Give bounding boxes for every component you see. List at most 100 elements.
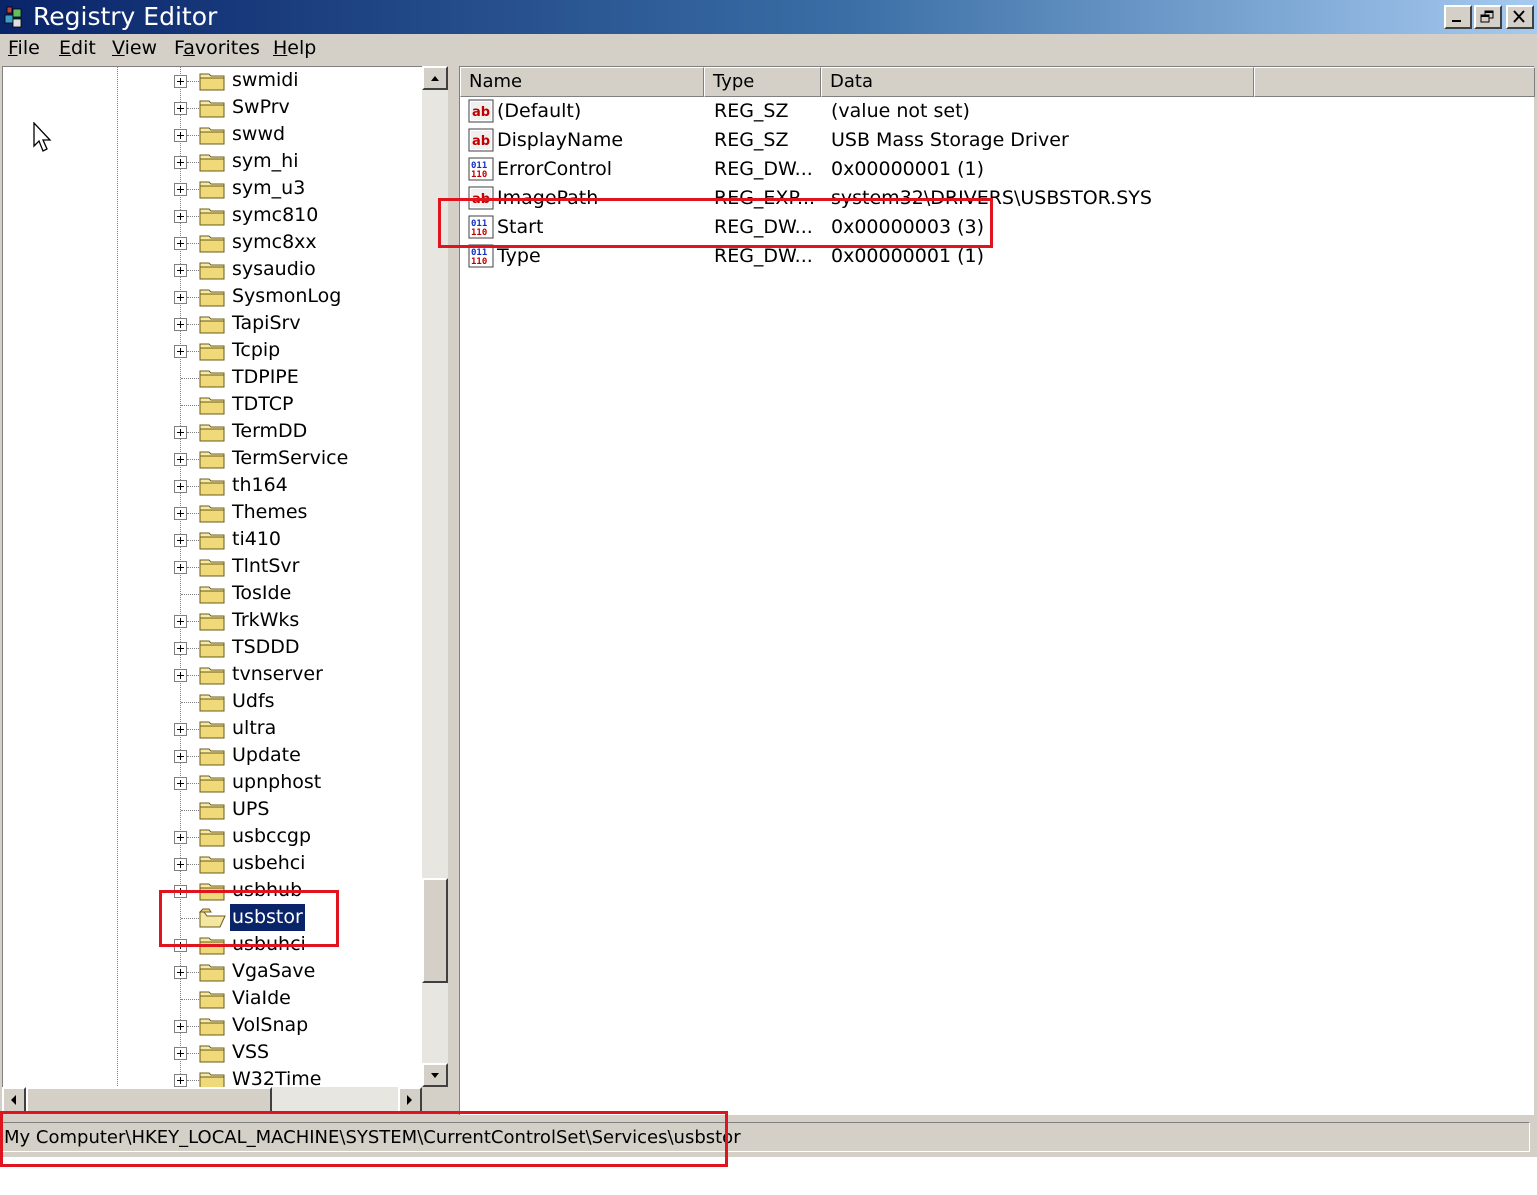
expand-plus-icon[interactable] [174, 318, 187, 331]
tree-item-usbhub[interactable]: usbhub [3, 877, 422, 904]
expand-plus-icon[interactable] [174, 750, 187, 763]
menu-favorites[interactable]: Favorites [174, 36, 260, 60]
expand-plus-icon[interactable] [174, 345, 187, 358]
tree-item-sym_u3[interactable]: sym_u3 [3, 175, 422, 202]
tree-item-vss[interactable]: VSS [3, 1039, 422, 1066]
expand-plus-icon[interactable] [174, 615, 187, 628]
expand-plus-icon[interactable] [174, 723, 187, 736]
expand-plus-icon[interactable] [174, 453, 187, 466]
tree-connector [187, 1053, 199, 1054]
tree-item-trkwks[interactable]: TrkWks [3, 607, 422, 634]
expand-plus-icon[interactable] [174, 885, 187, 898]
menu-help[interactable]: Help [273, 36, 316, 60]
column-header-name[interactable]: Name [460, 67, 704, 97]
expand-plus-icon[interactable] [174, 777, 187, 790]
value-row-type[interactable]: 011 110 Type REG_DW... 0x00000001 (1) [460, 242, 1535, 271]
values-list[interactable]: Name Type Data ab (Default) REG_SZ (value n… [459, 66, 1535, 1115]
tree-item-tlntsvr[interactable]: TlntSvr [3, 553, 422, 580]
column-header-type[interactable]: Type [704, 67, 821, 97]
tree-item-ultra[interactable]: ultra [3, 715, 422, 742]
tree-item-termservice[interactable]: TermService [3, 445, 422, 472]
tree-item-sysmonlog[interactable]: SysmonLog [3, 283, 422, 310]
tree-item-tsddd[interactable]: TSDDD [3, 634, 422, 661]
value-row-start[interactable]: 011 110 Start REG_DW... 0x00000003 (3) [460, 213, 1535, 242]
minimize-button[interactable] [1444, 5, 1472, 29]
expand-plus-icon[interactable] [174, 939, 187, 952]
expand-plus-icon[interactable] [174, 75, 187, 88]
expand-plus-icon[interactable] [174, 237, 187, 250]
tree-item-toside[interactable]: TosIde [3, 580, 422, 607]
key-tree[interactable]: swmidi SwPrv swwd sym_hi sym_u3 symc810 symc8x… [2, 66, 422, 1087]
menu-file[interactable]: File [8, 36, 40, 60]
tree-item-volsnap[interactable]: VolSnap [3, 1012, 422, 1039]
value-row-imagepath[interactable]: ab ImagePath REG_EXP... system32\DRIVERS\US… [460, 184, 1535, 213]
scroll-down-button[interactable] [422, 1063, 448, 1087]
folder-icon [199, 559, 225, 577]
tree-item-swprv[interactable]: SwPrv [3, 94, 422, 121]
tree-item-tdtcp[interactable]: TDTCP [3, 391, 422, 418]
expand-plus-icon[interactable] [174, 291, 187, 304]
expand-plus-icon[interactable] [174, 156, 187, 169]
restore-button[interactable] [1474, 5, 1502, 29]
mouse-pointer-icon [33, 122, 52, 152]
tree-item-th164[interactable]: th164 [3, 472, 422, 499]
menu-edit[interactable]: Edit [59, 36, 96, 60]
tree-item-termdd[interactable]: TermDD [3, 418, 422, 445]
expand-plus-icon[interactable] [174, 102, 187, 115]
tree-item-ti410[interactable]: ti410 [3, 526, 422, 553]
tree-item-tvnserver[interactable]: tvnserver [3, 661, 422, 688]
tree-item-update[interactable]: Update [3, 742, 422, 769]
scroll-thumb[interactable] [422, 878, 448, 983]
expand-plus-icon[interactable] [174, 561, 187, 574]
tree-item-themes[interactable]: Themes [3, 499, 422, 526]
tree-item-vgasave[interactable]: VgaSave [3, 958, 422, 985]
expand-plus-icon[interactable] [174, 831, 187, 844]
tree-item-swwd[interactable]: swwd [3, 121, 422, 148]
expand-plus-icon[interactable] [174, 966, 187, 979]
expand-plus-icon[interactable] [174, 183, 187, 196]
expand-plus-icon[interactable] [174, 1047, 187, 1060]
expand-plus-icon[interactable] [174, 129, 187, 142]
tree-item-usbehci[interactable]: usbehci [3, 850, 422, 877]
scroll-thumb-horizontal[interactable] [26, 1087, 272, 1113]
expand-plus-icon[interactable] [174, 1020, 187, 1033]
expand-plus-icon[interactable] [174, 480, 187, 493]
tree-item-tcpip[interactable]: Tcpip [3, 337, 422, 364]
expand-plus-icon[interactable] [174, 1074, 187, 1087]
tree-horizontal-scrollbar[interactable] [2, 1087, 422, 1113]
column-header-data[interactable]: Data [821, 67, 1254, 97]
expand-plus-icon[interactable] [174, 534, 187, 547]
tree-item-sysaudio[interactable]: sysaudio [3, 256, 422, 283]
scroll-left-button[interactable] [2, 1087, 26, 1113]
tree-item-symc810[interactable]: symc810 [3, 202, 422, 229]
tree-item-sym_hi[interactable]: sym_hi [3, 148, 422, 175]
tree-vertical-scrollbar[interactable] [422, 66, 448, 1087]
tree-item-swmidi[interactable]: swmidi [3, 67, 422, 94]
tree-item-label: usbuhci [232, 933, 306, 955]
tree-item-tapisrv[interactable]: TapiSrv [3, 310, 422, 337]
tree-item-viaide[interactable]: ViaIde [3, 985, 422, 1012]
tree-item-usbstor[interactable]: usbstor [3, 903, 422, 932]
expand-plus-icon[interactable] [174, 507, 187, 520]
tree-item-upnphost[interactable]: upnphost [3, 769, 422, 796]
tree-item-w32time[interactable]: W32Time [3, 1066, 422, 1087]
value-row-displayname[interactable]: ab DisplayName REG_SZ USB Mass Storage Driv… [460, 126, 1535, 155]
expand-plus-icon[interactable] [174, 210, 187, 223]
value-row-errorcontrol[interactable]: 011 110 ErrorControl REG_DW... 0x00000001 (1… [460, 155, 1535, 184]
scroll-up-button[interactable] [422, 66, 448, 90]
expand-plus-icon[interactable] [174, 858, 187, 871]
tree-item-ups[interactable]: UPS [3, 796, 422, 823]
value-row-default[interactable]: ab (Default) REG_SZ (value not set) [460, 97, 1535, 126]
tree-item-udfs[interactable]: Udfs [3, 688, 422, 715]
tree-item-tdpipe[interactable]: TDPIPE [3, 364, 422, 391]
close-button[interactable] [1506, 5, 1534, 29]
expand-plus-icon[interactable] [174, 669, 187, 682]
tree-item-usbccgp[interactable]: usbccgp [3, 823, 422, 850]
scroll-right-button[interactable] [398, 1087, 422, 1113]
expand-plus-icon[interactable] [174, 426, 187, 439]
expand-plus-icon[interactable] [174, 642, 187, 655]
tree-item-symc8xx[interactable]: symc8xx [3, 229, 422, 256]
expand-plus-icon[interactable] [174, 264, 187, 277]
menu-view[interactable]: View [112, 36, 157, 60]
tree-item-usbuhci[interactable]: usbuhci [3, 931, 422, 958]
